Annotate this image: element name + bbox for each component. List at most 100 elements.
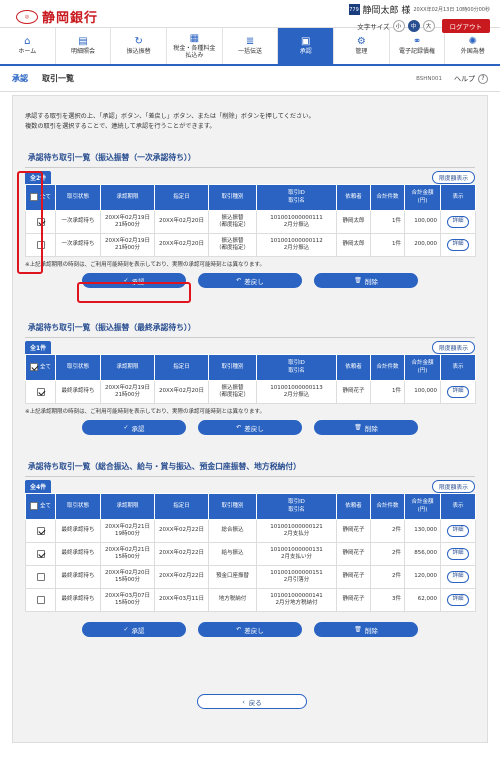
tax-icon: ▦: [189, 32, 200, 44]
trash-icon: 🗑: [354, 277, 362, 284]
transaction-id: 101001000000111: [270, 214, 323, 221]
back-label: 戻る: [248, 698, 262, 707]
transaction-id: 101001000000112: [270, 237, 323, 244]
select-all-header[interactable]: 全て: [25, 493, 56, 520]
nav-item-bulk[interactable]: ≣ 一括伝送: [223, 28, 279, 64]
row-select-cell[interactable]: [25, 565, 56, 589]
row-select-cell[interactable]: [25, 519, 56, 543]
help-button[interactable]: ヘルプ ?: [454, 73, 488, 84]
txid-cell: 101001000000131 2月支払い分: [256, 542, 337, 566]
return-button[interactable]: ↶ 差戻し: [198, 273, 302, 288]
column-header-text: 取引種別: [221, 363, 244, 370]
limit-display-button[interactable]: 限度額表示: [432, 480, 475, 493]
amount-cell: 856,000: [404, 542, 441, 566]
delete-button[interactable]: 🗑 削除: [314, 420, 418, 435]
status-cell: 最終承認待ち: [55, 380, 101, 404]
return-button-label: 差戻し: [244, 277, 264, 286]
detail-button[interactable]: 詳細: [447, 216, 469, 228]
limit-display-button[interactable]: 限度額表示: [432, 171, 475, 184]
row-checkbox[interactable]: [36, 549, 45, 558]
select-all-checkbox[interactable]: [29, 363, 38, 372]
row-checkbox[interactable]: [36, 217, 45, 226]
count-cell: 3件: [370, 588, 405, 612]
row-select-cell[interactable]: [25, 233, 56, 257]
column-header-text: 取引ID: [288, 499, 305, 506]
column-header-type: 取引種別: [208, 184, 257, 211]
row-checkbox[interactable]: [36, 526, 45, 535]
deadline-date: 20XX年02月19日: [104, 214, 151, 221]
type-cell: 総合振込: [208, 519, 257, 543]
nav-item-home[interactable]: ⌂ ホーム: [0, 28, 56, 64]
delete-button-label: 削除: [364, 424, 378, 433]
row-select-cell[interactable]: [25, 210, 56, 234]
transaction-name: 2月支払い分: [281, 554, 312, 560]
table-row: 最終承認待ち 20XX年02月21日 15時00分 20XX年02月22日 給与振込 10…: [25, 542, 476, 566]
instructions: 承認する取引を選択の上、「承認」ボタン、「差戻し」ボタン、または「削除」ボタンを…: [25, 112, 315, 131]
statement-icon: ▤: [78, 36, 88, 48]
column-header-display: 表示: [440, 354, 476, 381]
row-checkbox[interactable]: [36, 572, 45, 581]
detail-cell: 詳細: [440, 588, 476, 612]
delete-button[interactable]: 🗑 削除: [314, 273, 418, 288]
select-all-header[interactable]: 全て: [25, 354, 56, 381]
approve-button[interactable]: ✓ 承認: [82, 622, 186, 637]
deadline-cell: 20XX年03月07日 15時00分: [100, 588, 155, 612]
detail-button[interactable]: 詳細: [447, 525, 469, 537]
status-cell: 最終承認待ち: [55, 565, 101, 589]
approve-button[interactable]: ✓ 承認: [82, 273, 186, 288]
nav-item-transfer[interactable]: ↻ 振込振替: [111, 28, 168, 64]
font-size-small-button[interactable]: 小: [392, 20, 405, 32]
detail-button[interactable]: 詳細: [447, 571, 469, 583]
table-header-row: 全て 取引状態 承認期限 指定日 取引種別 取引ID 取引名 依頼者 合計件数 合計金額 (円) 表示: [25, 354, 476, 381]
transaction-name: 2月分振込: [283, 245, 310, 251]
breadcrumb: 承認 取引一覧 BSHN001 ヘルプ ?: [0, 66, 500, 92]
limit-display-button[interactable]: 限度額表示: [432, 341, 475, 354]
select-all-label: 全て: [39, 503, 51, 510]
type-cell: 給与振込: [208, 542, 257, 566]
transaction-id: 101001000000113: [270, 384, 323, 391]
admin-icon: ⚙: [356, 36, 366, 48]
nav-item-statement[interactable]: ▤ 明細照会: [56, 28, 112, 64]
nav-item-admin[interactable]: ⚙ 管理: [334, 28, 390, 64]
date-cell: 20XX年02月20日: [154, 210, 209, 234]
column-header-text: 表示: [452, 193, 464, 200]
bank-logo[interactable]: ◎ 静岡銀行: [16, 7, 98, 26]
row-select-cell[interactable]: [25, 588, 56, 612]
back-button[interactable]: ‹ 戻る: [197, 694, 307, 709]
return-button[interactable]: ↶ 差戻し: [198, 622, 302, 637]
type-name: 振込振替: [221, 237, 244, 244]
detail-button[interactable]: 詳細: [447, 594, 469, 606]
type-name: 預金口座振替: [215, 573, 249, 580]
select-all-checkbox[interactable]: [29, 193, 38, 202]
select-all-checkbox[interactable]: [29, 502, 38, 511]
row-select-cell[interactable]: [25, 542, 56, 566]
row-checkbox[interactable]: [36, 595, 45, 604]
font-size-medium-button[interactable]: 中: [407, 20, 420, 32]
count-badge: 全4件: [25, 480, 52, 493]
row-checkbox[interactable]: [36, 240, 45, 249]
detail-cell: 詳細: [440, 210, 476, 234]
nav-item-erecord[interactable]: ⚭ 電子記録債権: [390, 28, 446, 64]
select-all-header[interactable]: 全て: [25, 184, 56, 211]
return-button[interactable]: ↶ 差戻し: [198, 420, 302, 435]
nav-item-approve[interactable]: ▣ 承認: [278, 28, 335, 64]
row-checkbox[interactable]: [36, 387, 45, 396]
column-header-text: 取引状態: [66, 193, 89, 200]
txid-cell: 101001000000151 2月引落分: [256, 565, 337, 589]
detail-button[interactable]: 詳細: [447, 548, 469, 560]
approve-button[interactable]: ✓ 承認: [82, 420, 186, 435]
date-cell: 20XX年02月22日: [154, 565, 209, 589]
delete-button[interactable]: 🗑 削除: [314, 622, 418, 637]
detail-button[interactable]: 詳細: [447, 386, 469, 398]
table-toolbar: 全2件 限度額表示: [25, 171, 475, 184]
row-select-cell[interactable]: [25, 380, 56, 404]
column-header-text: 取引名: [288, 506, 305, 513]
detail-button[interactable]: 詳細: [447, 239, 469, 251]
approval-table: 全て 取引状態 承認期限 指定日 取引種別 取引ID 取引名 依頼者 合計件数 合計金額 (円) 表示…: [25, 354, 476, 404]
logout-button[interactable]: ログアウト: [441, 19, 490, 33]
column-header-amount: 合計金額 (円): [404, 493, 441, 520]
detail-cell: 詳細: [440, 233, 476, 257]
font-size-large-button[interactable]: 大: [422, 20, 435, 32]
nav-item-forex[interactable]: ✺ 外国為替: [445, 28, 500, 64]
nav-item-tax[interactable]: ▦ 税金・各種料金 払込み: [167, 28, 223, 64]
